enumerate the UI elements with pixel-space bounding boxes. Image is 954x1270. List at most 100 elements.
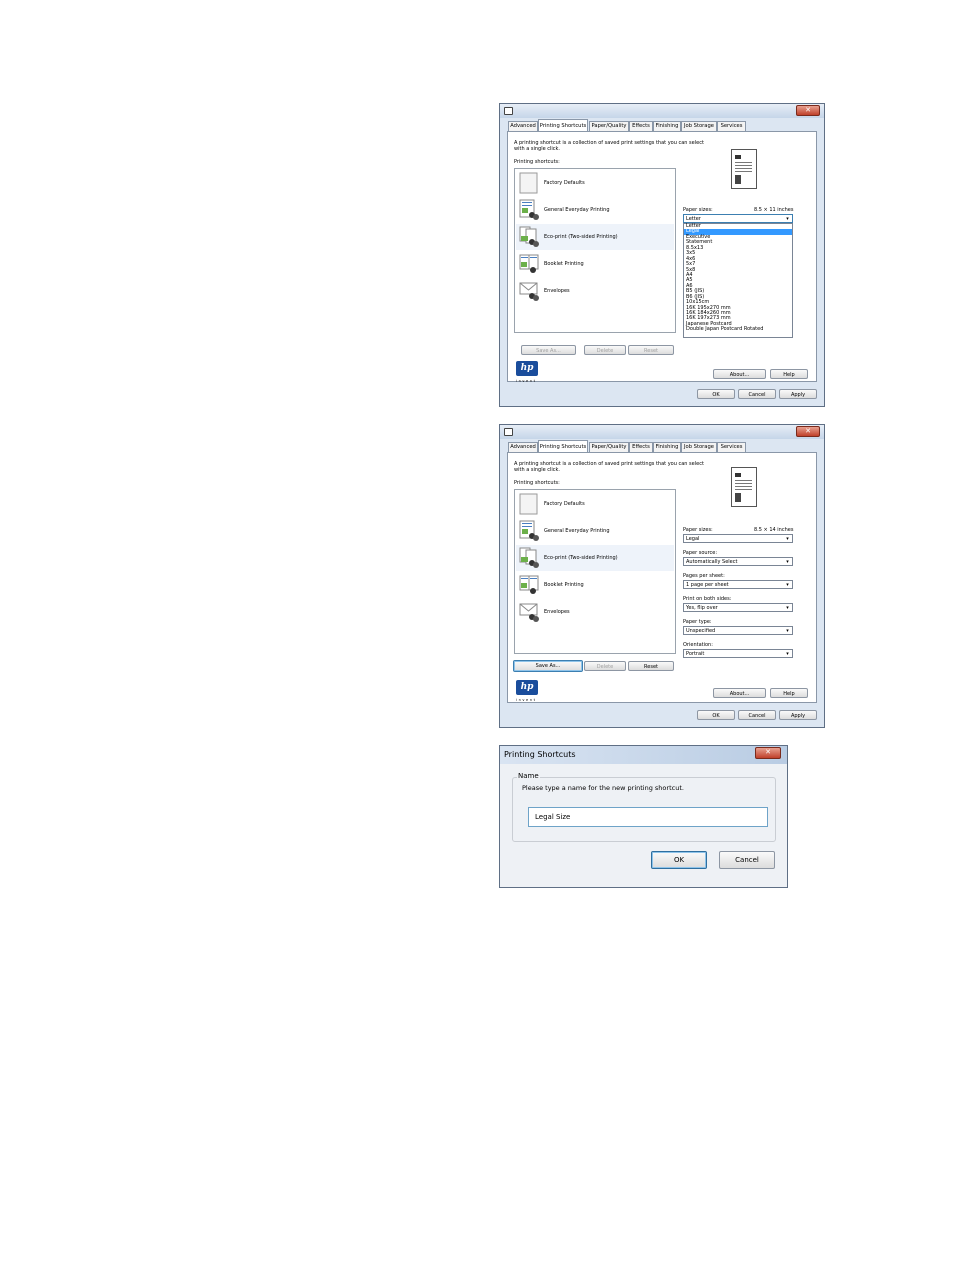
shortcuts-list[interactable]: Factory Defaults General Everyday Printi… xyxy=(514,168,676,333)
paper-size-dimensions: 8.5 × 14 inches xyxy=(754,527,794,533)
document-people-icon xyxy=(519,520,539,541)
apply-button[interactable]: Apply xyxy=(779,710,817,720)
tab-finishing[interactable]: Finishing xyxy=(653,121,681,131)
hp-logo: hp xyxy=(516,361,538,376)
chevron-down-icon[interactable]: ▾ xyxy=(784,651,791,657)
shortcut-name-value: Legal Size xyxy=(535,813,571,821)
tab-effects[interactable]: Effects xyxy=(629,121,653,131)
name-prompt: Please type a name for the new printing … xyxy=(522,784,684,792)
tab-paper-quality[interactable]: Paper/Quality xyxy=(589,442,629,452)
orientation-value: Portrait xyxy=(686,651,705,657)
page-preview-icon xyxy=(731,149,757,189)
chevron-down-icon[interactable]: ▾ xyxy=(784,605,791,611)
chevron-down-icon[interactable]: ▾ xyxy=(784,628,791,634)
tab-effects[interactable]: Effects xyxy=(629,442,653,452)
invent-tagline: invent xyxy=(516,379,537,383)
list-item[interactable]: Booklet Printing xyxy=(516,251,674,277)
title-bar: ✕ xyxy=(500,425,824,439)
list-item-label: Booklet Printing xyxy=(544,582,584,588)
paper-type-select[interactable]: Unspecified ▾ xyxy=(683,626,793,635)
ok-button[interactable]: OK xyxy=(651,851,707,869)
close-button[interactable]: ✕ xyxy=(796,105,820,116)
orientation-select[interactable]: Portrait ▾ xyxy=(683,649,793,658)
paper-size-value: Legal xyxy=(686,536,700,542)
chevron-down-icon[interactable]: ▾ xyxy=(784,559,791,565)
orientation-label: Orientation: xyxy=(683,642,713,648)
printing-shortcuts-panel: A printing shortcut is a collection of s… xyxy=(507,131,817,383)
save-as-button[interactable]: Save As... xyxy=(513,660,583,672)
help-button[interactable]: Help xyxy=(770,369,808,379)
list-item-label: Eco-print (Two-sided Printing) xyxy=(544,234,618,240)
tab-job-storage[interactable]: Job Storage xyxy=(681,121,717,131)
invent-tagline: invent xyxy=(516,698,537,702)
list-item[interactable]: Eco-print (Two-sided Printing) xyxy=(516,224,674,250)
booklet-people-icon xyxy=(519,575,539,594)
help-button[interactable]: Help xyxy=(770,688,808,698)
title-bar: ✕ xyxy=(500,104,824,118)
tab-advanced[interactable]: Advanced xyxy=(508,121,538,131)
list-item[interactable]: Factory Defaults xyxy=(516,170,674,196)
cancel-button[interactable]: Cancel xyxy=(719,851,775,869)
list-item[interactable]: Factory Defaults xyxy=(516,491,674,517)
tab-job-storage[interactable]: Job Storage xyxy=(681,442,717,452)
duplex-people-icon xyxy=(519,226,539,247)
reset-button[interactable]: Reset xyxy=(628,661,674,671)
save-as-button[interactable]: Save As... xyxy=(521,345,576,355)
cancel-button[interactable]: Cancel xyxy=(738,710,776,720)
paper-source-value: Automatically Select xyxy=(686,559,738,565)
tab-services[interactable]: Services xyxy=(717,121,746,131)
delete-button[interactable]: Delete xyxy=(584,345,626,355)
list-item-label: General Everyday Printing xyxy=(544,207,610,213)
list-item-label: Eco-print (Two-sided Printing) xyxy=(544,555,618,561)
print-both-sides-select[interactable]: Yes, flip over ▾ xyxy=(683,603,793,612)
list-item[interactable]: Booklet Printing xyxy=(516,572,674,598)
tab-advanced[interactable]: Advanced xyxy=(508,442,538,452)
close-button[interactable]: ✕ xyxy=(755,747,781,759)
tab-finishing[interactable]: Finishing xyxy=(653,442,681,452)
paper-source-label: Paper source: xyxy=(683,550,718,556)
list-item-label: Factory Defaults xyxy=(544,180,585,186)
blank-page-icon xyxy=(519,172,538,194)
envelope-people-icon xyxy=(519,282,539,301)
blank-page-icon xyxy=(519,493,538,515)
paper-size-dropdown-list[interactable]: Letter Legal Executive Statement 8.5x13 … xyxy=(683,223,793,338)
printer-icon xyxy=(504,428,513,436)
paper-source-select[interactable]: Automatically Select ▾ xyxy=(683,557,793,566)
list-item[interactable]: General Everyday Printing xyxy=(516,197,674,223)
chevron-down-icon[interactable]: ▾ xyxy=(784,582,791,588)
shortcuts-list[interactable]: Factory Defaults General Everyday Printi… xyxy=(514,489,676,654)
paper-size-select[interactable]: Letter ▾ xyxy=(683,214,793,223)
hp-logo: hp xyxy=(516,680,538,695)
envelope-people-icon xyxy=(519,603,539,622)
duplex-people-icon xyxy=(519,547,539,568)
printing-shortcuts-name-dialog: Printing Shortcuts ✕ Name Please type a … xyxy=(499,745,788,888)
tab-paper-quality[interactable]: Paper/Quality xyxy=(589,121,629,131)
ok-button[interactable]: OK xyxy=(697,389,735,399)
booklet-people-icon xyxy=(519,254,539,273)
list-item[interactable]: General Everyday Printing xyxy=(516,518,674,544)
shortcut-name-input[interactable]: Legal Size xyxy=(528,807,768,827)
pages-per-sheet-select[interactable]: 1 page per sheet ▾ xyxy=(683,580,793,589)
about-button[interactable]: About... xyxy=(713,369,766,379)
reset-button[interactable]: Reset xyxy=(628,345,674,355)
tab-services[interactable]: Services xyxy=(717,442,746,452)
paper-sizes-label: Paper sizes: xyxy=(683,207,713,213)
paper-size-select[interactable]: Legal ▾ xyxy=(683,534,793,543)
close-button[interactable]: ✕ xyxy=(796,426,820,437)
delete-button[interactable]: Delete xyxy=(584,661,626,671)
dropdown-option[interactable]: Double Japan Postcard Rotated xyxy=(684,326,792,332)
paper-size-value: Letter xyxy=(686,216,701,222)
chevron-down-icon[interactable]: ▾ xyxy=(784,536,791,542)
about-button[interactable]: About... xyxy=(713,688,766,698)
list-item[interactable]: Envelopes xyxy=(516,278,674,304)
pages-per-sheet-label: Pages per sheet: xyxy=(683,573,725,579)
paper-sizes-label: Paper sizes: xyxy=(683,527,713,533)
chevron-down-icon[interactable]: ▾ xyxy=(784,216,791,222)
cancel-button[interactable]: Cancel xyxy=(738,389,776,399)
apply-button[interactable]: Apply xyxy=(779,389,817,399)
list-item[interactable]: Eco-print (Two-sided Printing) xyxy=(516,545,674,571)
list-item[interactable]: Envelopes xyxy=(516,599,674,625)
ok-button[interactable]: OK xyxy=(697,710,735,720)
list-item-label: Booklet Printing xyxy=(544,261,584,267)
dialog-title: Printing Shortcuts xyxy=(504,750,576,759)
